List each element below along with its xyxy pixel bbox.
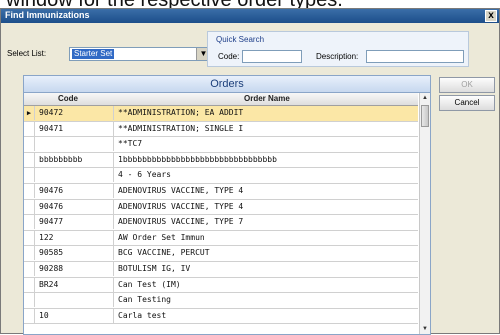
cell-code: BR24: [36, 277, 114, 292]
select-list-label: Select List:: [7, 49, 47, 58]
orders-grid: Orders Code Order Name ▶ 90472 **ADMINISTR…: [23, 75, 431, 335]
cell-order-name: ADENOVIRUS VACCINE, TYPE 4: [118, 185, 244, 195]
cell-code: 90476: [36, 183, 114, 198]
cell-order-name: AW Order Set Immun: [118, 232, 205, 242]
description-label: Description:: [316, 52, 359, 61]
scroll-up-icon[interactable]: ▲: [420, 93, 430, 103]
title-bar: Find Immunizations x: [1, 9, 499, 23]
row-selector[interactable]: [24, 183, 35, 198]
close-button[interactable]: x: [485, 10, 497, 22]
cancel-button[interactable]: Cancel: [439, 95, 495, 111]
table-row[interactable]: 90288 BOTULISM IG, IV: [24, 261, 418, 278]
cell-code: [36, 137, 114, 152]
window-title: Find Immunizations: [5, 10, 90, 20]
row-selector[interactable]: [24, 152, 35, 167]
table-row[interactable]: 90476 ADENOVIRUS VACCINE, TYPE 4: [24, 183, 418, 200]
table-row[interactable]: 90477 ADENOVIRUS VACCINE, TYPE 7: [24, 215, 418, 231]
cell-code: 122: [36, 230, 114, 245]
cell-order-name: BCG VACCINE, PERCUT: [118, 248, 210, 258]
row-selector[interactable]: [24, 137, 35, 152]
row-selector[interactable]: [24, 246, 35, 261]
vertical-scrollbar[interactable]: ▲ ▼: [419, 93, 430, 334]
table-row[interactable]: Can Testing: [24, 293, 418, 309]
column-header-order-name[interactable]: Order Name: [244, 93, 290, 105]
select-list-value: Starter Set: [72, 49, 115, 59]
row-selector[interactable]: ▶: [24, 106, 35, 120]
cell-order-name: **ADMINISTRATION; SINGLE I: [118, 123, 244, 133]
column-header-code[interactable]: Code: [58, 93, 78, 105]
table-row[interactable]: 90476 ADENOVIRUS VACCINE, TYPE 4: [24, 199, 418, 216]
table-row[interactable]: BR24 Can Test (IM): [24, 277, 418, 294]
cell-order-name: **ADMINISTRATION; EA ADDIT: [118, 108, 244, 117]
description-search-input[interactable]: [366, 50, 464, 63]
row-selector[interactable]: [24, 199, 35, 214]
cell-code: 90471: [36, 121, 114, 136]
select-list-dropdown[interactable]: Starter Set ▼: [69, 47, 211, 61]
column-header-row: Code Order Name: [24, 93, 418, 106]
table-row[interactable]: bbbbbbbbb 1bbbbbbbbbbbbbbbbbbbbbbbbbbbbbb…: [24, 152, 418, 169]
cell-order-name: ADENOVIRUS VACCINE, TYPE 4: [118, 201, 244, 211]
table-row[interactable]: 90471 **ADMINISTRATION; SINGLE I: [24, 121, 418, 138]
cell-code: 10: [36, 308, 114, 323]
ok-button[interactable]: OK: [439, 77, 495, 93]
orders-title: Orders: [24, 76, 430, 93]
row-selector[interactable]: [24, 308, 35, 323]
cell-order-name: Can Test (IM): [118, 279, 181, 289]
cell-order-name: 1bbbbbbbbbbbbbbbbbbbbbbbbbbbbbbbb: [118, 154, 277, 164]
cell-code: 90585: [36, 246, 114, 261]
row-selector[interactable]: [24, 277, 35, 292]
table-row[interactable]: 122 AW Order Set Immun: [24, 230, 418, 247]
row-selector[interactable]: [24, 168, 35, 183]
cell-order-name: ADENOVIRUS VACCINE, TYPE 7: [118, 217, 244, 227]
row-selector[interactable]: [24, 215, 35, 230]
cell-order-name: 4 - 6 Years: [118, 170, 171, 180]
cell-code: 90288: [36, 261, 114, 276]
scroll-down-icon[interactable]: ▼: [420, 324, 430, 334]
row-selector[interactable]: [24, 230, 35, 245]
table-row[interactable]: **TC7: [24, 137, 418, 153]
table-row[interactable]: 90585 BCG VACCINE, PERCUT: [24, 246, 418, 262]
cell-code: [36, 293, 114, 308]
cell-order-name: Carla test: [118, 310, 167, 320]
code-label: Code:: [218, 52, 240, 61]
orders-rows: ▶ 90472 **ADMINISTRATION; EA ADDIT 90471 **A…: [24, 106, 418, 325]
quick-search-header: Quick Search: [216, 35, 265, 44]
row-selector[interactable]: [24, 121, 35, 136]
find-immunizations-window: Find Immunizations x Select List: Starte…: [0, 8, 500, 335]
cell-code: bbbbbbbbb: [36, 152, 114, 167]
table-row[interactable]: 4 - 6 Years: [24, 168, 418, 184]
cell-order-name: **TC7: [118, 139, 143, 149]
table-row[interactable]: 10 Carla test: [24, 308, 418, 325]
scroll-thumb[interactable]: [421, 105, 429, 127]
row-selector[interactable]: [24, 261, 35, 276]
row-selector[interactable]: [24, 293, 35, 308]
quick-search-panel: Quick Search Code: Description:: [207, 31, 469, 67]
code-search-input[interactable]: [242, 50, 302, 63]
cell-order-name: BOTULISM IG, IV: [118, 263, 191, 273]
close-icon: x: [488, 10, 494, 21]
table-row[interactable]: ▶ 90472 **ADMINISTRATION; EA ADDIT: [24, 106, 418, 122]
cell-code: 90476: [36, 199, 114, 214]
cell-code: [36, 168, 114, 183]
cell-code: 90472: [36, 106, 114, 120]
cell-order-name: Can Testing: [118, 295, 171, 305]
cell-code: 90477: [36, 215, 114, 230]
